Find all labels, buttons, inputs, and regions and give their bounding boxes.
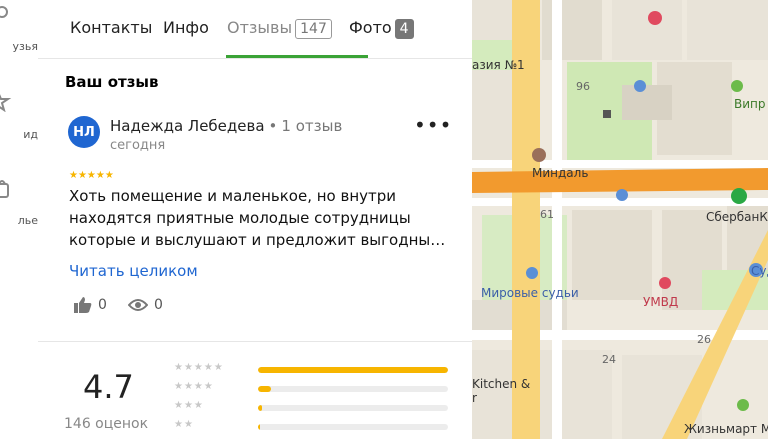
- tab-contacts[interactable]: Контакты: [70, 18, 152, 37]
- histogram-bar: [258, 405, 448, 411]
- tab-bar: Контакты Инфо Отзывы 147 Фото 4: [38, 0, 472, 59]
- section-title: Ваш отзыв: [65, 73, 159, 91]
- histogram-row: ★★★: [174, 400, 454, 413]
- tab-photos[interactable]: Фото 4: [349, 18, 414, 39]
- map-label-umvd[interactable]: УМВД: [643, 295, 678, 309]
- review-stars: ★★★★★: [69, 170, 114, 181]
- histogram-row: ★★★★: [174, 381, 454, 394]
- rail-label-friends: узья: [12, 40, 38, 53]
- histogram-bar: [258, 367, 448, 373]
- map-label-zhiznmart[interactable]: Жизньмарт М: [684, 422, 768, 436]
- histogram-stars: ★★★: [174, 400, 204, 411]
- histogram-stars: ★★★★: [174, 381, 214, 392]
- review-date: сегодня: [110, 138, 166, 153]
- reviews-count-badge: 147: [295, 19, 332, 39]
- read-more-link[interactable]: Читать целиком: [69, 262, 198, 280]
- left-rail: узья ид лье: [0, 0, 39, 439]
- like-count: 0: [98, 297, 107, 313]
- histogram-row: ★★★★★: [174, 362, 454, 375]
- views-count: 0: [154, 297, 163, 313]
- friends-icon: [0, 6, 8, 18]
- map-label-mindal[interactable]: Миндаль: [532, 166, 588, 180]
- map-label-house-26: 26: [697, 333, 711, 346]
- tab-info[interactable]: Инфо: [163, 18, 209, 37]
- map-label-sud[interactable]: Суд: [751, 264, 768, 278]
- map-label-judges[interactable]: Мировые судьи: [481, 286, 579, 300]
- review-author: Надежда Лебедева • 1 отзыв: [110, 117, 342, 135]
- views-counter: 0: [128, 297, 163, 313]
- thumbs-up-icon: [74, 297, 92, 313]
- map-label-kitchen-2: r: [472, 391, 477, 405]
- overall-rating: 4.7: [83, 368, 134, 406]
- histogram-bar-fill: [258, 405, 262, 411]
- rail-label-favorites: ид: [23, 128, 38, 141]
- reviews-panel: Контакты Инфо Отзывы 147 Фото 4 Ваш отзыв …: [38, 0, 472, 439]
- histogram-bar: [258, 386, 448, 392]
- map-label-house-24: 24: [602, 353, 616, 366]
- histogram-stars: ★★: [174, 419, 194, 430]
- author-review-count: 1 отзыв: [281, 117, 343, 135]
- histogram-bar-fill: [258, 424, 260, 430]
- map[interactable]: азия №1 96 Випр Миндаль СбербанК 61 Миро…: [472, 0, 768, 439]
- photos-count-badge: 4: [394, 19, 414, 39]
- tab-reviews[interactable]: Отзывы 147: [227, 18, 332, 39]
- rail-item-wallet[interactable]: [0, 178, 38, 200]
- rating-count: 146 оценок: [64, 416, 149, 432]
- histogram-row: ★★: [174, 419, 454, 432]
- histogram-stars: ★★★★★: [174, 362, 224, 373]
- active-tab-indicator: [226, 55, 368, 58]
- histogram-bar: [258, 424, 448, 430]
- map-label-kitchen[interactable]: Kitchen &: [472, 377, 530, 391]
- author-separator: •: [268, 117, 278, 135]
- more-dots-icon[interactable]: •••: [414, 115, 452, 135]
- map-label-house-61: 61: [540, 208, 554, 221]
- review-text: Хоть помещение и маленькое, но внутри на…: [69, 187, 446, 249]
- star-icon: [0, 94, 12, 112]
- tab-reviews-label: Отзывы: [227, 18, 293, 37]
- map-label-sberbank[interactable]: СбербанК: [706, 210, 768, 224]
- rail-item-favorites[interactable]: [0, 90, 38, 112]
- author-name[interactable]: Надежда Лебедева: [110, 117, 265, 135]
- map-label-gymnasium[interactable]: азия №1: [472, 58, 525, 72]
- rail-label-wallet: лье: [17, 214, 38, 227]
- divider: [38, 341, 472, 342]
- like-button[interactable]: 0: [74, 297, 107, 313]
- eye-icon: [128, 299, 148, 311]
- avatar[interactable]: НЛ: [68, 116, 100, 148]
- tab-photos-label: Фото: [349, 18, 392, 37]
- histogram-bar-fill: [258, 367, 448, 373]
- map-label-vipr[interactable]: Випр: [734, 97, 766, 111]
- map-label-house-96: 96: [576, 80, 590, 93]
- histogram-bar-fill: [258, 386, 272, 392]
- bag-icon: [0, 180, 9, 198]
